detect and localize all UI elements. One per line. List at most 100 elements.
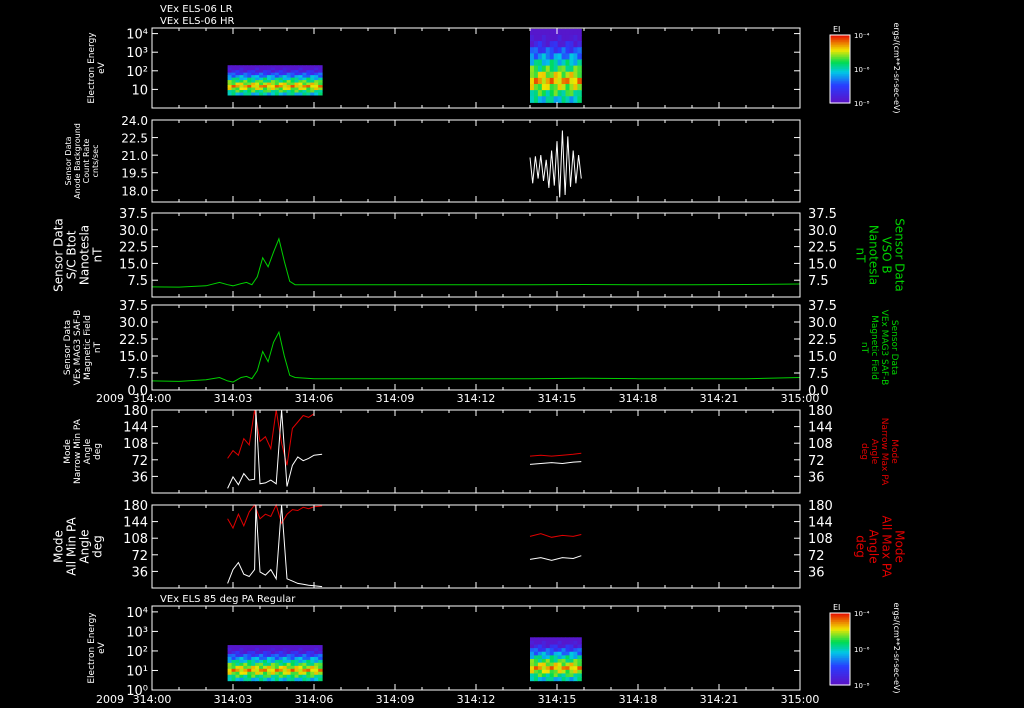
p1-spectrogram-cell: [259, 92, 264, 96]
p5-right-label-line: deg: [859, 443, 869, 460]
plot-area: VEx ELS-06 LR VEx ELS-06 HR VEx ELS 85 d…: [52, 4, 907, 706]
p7-spectrogram-cell: [266, 650, 272, 655]
p3-series-line: [151, 237, 801, 288]
p7-spectrogram-cell: [259, 645, 264, 649]
p7-spectrogram-cell: [227, 653, 233, 658]
p3-ytick-label-right: 30.0: [808, 224, 837, 239]
p7-colorbar-tick-label: 10⁻⁶: [854, 646, 870, 654]
p1-spectrogram-cell: [537, 90, 543, 97]
p7-spectrogram-cell: [282, 665, 288, 670]
p1-spectrogram-cell: [565, 65, 570, 73]
p1-spectrogram-cell: [549, 84, 555, 91]
p7-spectrogram-cell: [549, 637, 555, 642]
time-axis-bottom-tick-label: 314:18: [619, 693, 658, 706]
p1-spectrogram-cell: [557, 41, 563, 48]
p1-spectrogram-cell: [286, 92, 292, 96]
p7-spectrogram-cell: [530, 655, 535, 660]
p7-spectrogram-cell: [302, 645, 307, 649]
p1-spectrogram-cell: [306, 92, 311, 96]
p7-spectrogram-cell: [302, 668, 307, 673]
p7-spectrogram-cell: [231, 648, 236, 652]
p4-ytick-label-right: 30.0: [808, 316, 837, 331]
p1-spectrogram-cell: [545, 41, 551, 48]
p7-spectrogram-cell: [557, 637, 563, 642]
p7-spectrogram-cell: [259, 650, 264, 655]
p7-spectrogram-cell: [553, 640, 559, 646]
p1-colorbar-unit: ergs/(cm**2-sr-sec-eV): [892, 22, 901, 113]
p7-spectrogram-cell: [318, 645, 323, 649]
p7-spectrogram-cell: [533, 677, 539, 682]
p1-spectrogram-cell: [573, 65, 578, 73]
p7-spectrogram-cell: [533, 662, 539, 667]
p7-spectrogram-cell: [314, 671, 319, 676]
p1-spectrogram-cell: [530, 47, 535, 54]
p7-spectrogram-cell: [298, 653, 303, 658]
p1-spectrogram-cell: [545, 59, 551, 67]
p7-spectrogram-cell: [227, 650, 233, 655]
p7-spectrogram-cell: [577, 658, 582, 664]
p7-spectrogram-cell: [549, 662, 555, 667]
p7-spectrogram-cell: [278, 653, 284, 658]
time-axis-mid-tick-label: 314:00: [133, 392, 172, 405]
p7-spectrogram-cell: [235, 659, 240, 664]
p1-spectrogram-cell: [541, 90, 547, 97]
panel-p3: 37.5 37.530.0 30.022.5 22.515.0 15.07.5 7.5Se…: [52, 207, 907, 298]
p7-spectrogram-cell: [541, 637, 547, 642]
p6-right-label-line: Angle: [867, 529, 881, 563]
p1-spectrogram-cell: [549, 28, 555, 36]
p7-spectrogram-cell: [243, 665, 248, 670]
p7-spectrogram-cell: [290, 650, 296, 655]
p7-spectrogram-cell: [310, 648, 315, 652]
p1-spectrogram-cell: [569, 84, 574, 91]
p2-ytick-label: 21.0: [121, 149, 148, 163]
p4-ytick-label-right: 15.0: [808, 350, 837, 365]
p7-spectrogram-cell: [282, 668, 288, 673]
p1-spectrogram-cell: [541, 47, 547, 54]
p7-spectrogram-cell: [235, 650, 240, 655]
p7-spectrogram-cell: [557, 662, 563, 667]
p1-spectrogram-cell: [557, 47, 563, 54]
p7-spectrogram-cell: [306, 645, 311, 649]
p7-spectrogram-cell: [302, 677, 307, 682]
p7-spectrogram-cell: [553, 673, 559, 678]
p7-spectrogram-cell: [310, 665, 315, 670]
p1-spectrogram-cell: [561, 90, 567, 97]
p7-spectrogram-cell: [259, 671, 264, 676]
p7-spectrogram-cell: [270, 665, 276, 670]
p7-spectrogram-cell: [235, 677, 240, 682]
p7-spectrogram-cell: [557, 651, 563, 656]
p7-spectrogram-cell: [298, 668, 303, 673]
p1-spectrogram-cell: [541, 71, 547, 79]
p7-spectrogram-cell: [243, 677, 248, 682]
p7-spectrogram-cell: [545, 648, 551, 653]
p1-spectrogram-cell: [553, 71, 559, 79]
p7-spectrogram-cell: [298, 677, 303, 682]
p1-spectrogram-cell: [565, 59, 570, 67]
p1-spectrogram-cell: [549, 53, 555, 60]
p4-right-label-line: Magnetic Field: [869, 315, 879, 380]
p1-spectrogram-cell: [577, 34, 582, 42]
p1-spectrogram-cell: [549, 90, 555, 97]
p1-spectrogram-cell: [545, 77, 551, 85]
p7-spectrogram-cell: [255, 677, 260, 682]
p1-ylabel: Electron Energy eV: [87, 32, 107, 104]
p7-spectrogram-cell: [282, 659, 288, 664]
title-els-85deg: VEx ELS 85 deg PA Regular: [160, 594, 296, 605]
p1-spectrogram-cell: [565, 47, 570, 54]
p7-spectrogram-cell: [243, 674, 248, 679]
p6-ytick-label-right: 72: [808, 549, 825, 564]
p7-spectrogram-cell: [266, 656, 272, 661]
p6-series-line: [227, 504, 323, 588]
p5-ytick-label: 144: [123, 421, 148, 436]
p7-spectrogram-cell: [282, 650, 288, 655]
p7-spectrogram-cell: [227, 671, 233, 676]
p1-spectrogram-cell: [565, 90, 570, 97]
p7-spectrogram-cell: [286, 648, 292, 652]
p1-spectrogram-cell: [573, 71, 578, 79]
p5-ylabel-line: deg: [93, 443, 103, 460]
p4-ytick-label-right: 22.5: [808, 333, 837, 348]
p7-spectrogram-cell: [251, 648, 256, 652]
p7-spectrogram-cell: [243, 671, 248, 676]
p4-right-label-line: Sensor Data: [889, 320, 899, 375]
p1-colorbar-unit-text: ergs/(cm**2-sr-sec-eV): [892, 22, 901, 113]
